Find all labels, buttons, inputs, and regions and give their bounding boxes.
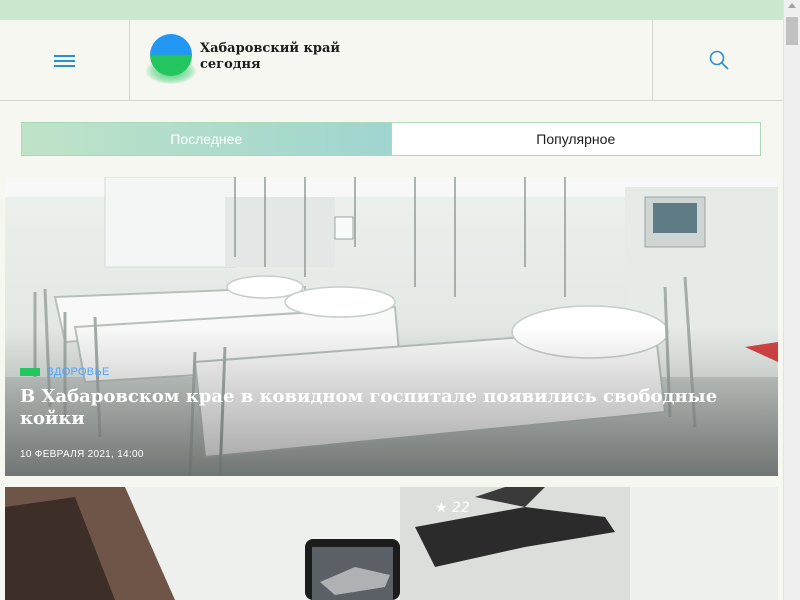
- search-cell: [652, 20, 783, 100]
- logo-line-2: сегодня: [200, 57, 261, 72]
- site-logo[interactable]: Хабаровский край сегодня: [146, 34, 360, 84]
- logo-line-1: Хабаровский край: [200, 41, 341, 56]
- search-icon[interactable]: [709, 50, 729, 70]
- phone-photo-airplane: ★ 22: [5, 487, 778, 600]
- article-card[interactable]: Здоровье В Хабаровском крае в ковидном г…: [5, 177, 778, 476]
- site-header: Хабаровский край сегодня: [0, 20, 783, 101]
- tab-popular[interactable]: Популярное: [390, 123, 760, 155]
- hamburger-icon[interactable]: [54, 55, 75, 67]
- article-headline[interactable]: В Хабаровском крае в ковидном госпитале …: [20, 386, 765, 430]
- svg-text:★ 22: ★ 22: [435, 500, 470, 516]
- scroll-up-arrow-icon[interactable]: [788, 3, 796, 8]
- feed-tabs: Последнее Популярное: [21, 122, 761, 156]
- article-category[interactable]: Здоровье: [20, 366, 110, 378]
- article-card[interactable]: ★ 22: [5, 487, 778, 600]
- article-date: 10 февраля 2021, 14:00: [20, 449, 144, 460]
- top-banner-strip: [0, 0, 783, 20]
- image-overlay: [5, 177, 778, 476]
- category-label: Здоровье: [47, 366, 110, 378]
- scroll-thumb[interactable]: [786, 17, 798, 45]
- scrollbar[interactable]: [783, 0, 800, 600]
- category-marker-icon: [20, 368, 40, 376]
- logo-emblem-icon: [146, 34, 196, 84]
- tab-latest[interactable]: Последнее: [22, 123, 391, 155]
- menu-cell: [0, 20, 130, 100]
- logo-text: Хабаровский край сегодня: [200, 41, 340, 73]
